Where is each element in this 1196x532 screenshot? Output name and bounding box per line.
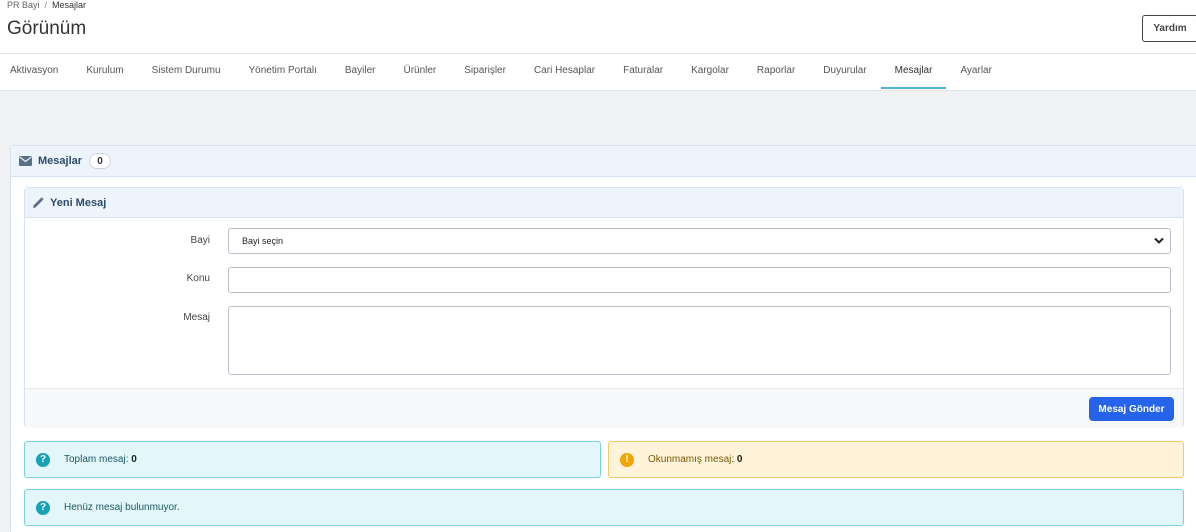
subject-label: Konu: [186, 273, 210, 284]
tab-siparisler[interactable]: Siparişler: [450, 54, 520, 89]
send-message-button[interactable]: Mesaj Gönder: [1089, 397, 1174, 421]
exclamation-icon: !: [620, 452, 634, 467]
tabs-divider: [0, 90, 1196, 91]
envelope-icon: [19, 156, 32, 166]
form-footer: [25, 388, 1183, 428]
page-title: Görünüm: [7, 18, 87, 39]
dealer-label: Bayi: [190, 235, 210, 246]
tab-yonetim-portali[interactable]: Yönetim Portalı: [235, 54, 331, 89]
main-tabs: Aktivasyon Kurulum Sistem Durumu Yönetim…: [0, 54, 1006, 91]
tab-raporlar[interactable]: Raporlar: [743, 54, 809, 89]
question-icon: ?: [36, 500, 50, 515]
breadcrumb: PR Bayi / Mesajlar: [7, 0, 86, 11]
tab-aktivasyon[interactable]: Aktivasyon: [0, 54, 72, 89]
unread-messages-label: Okunmamış mesaj:: [648, 454, 735, 465]
tab-kargolar[interactable]: Kargolar: [677, 54, 743, 89]
messages-panel-header: Mesajlar 0: [11, 146, 1196, 177]
messages-panel-title: Mesajlar: [38, 155, 83, 167]
tab-sistem-durumu[interactable]: Sistem Durumu: [138, 54, 235, 89]
breadcrumb-separator: /: [44, 0, 48, 10]
question-icon: ?: [36, 452, 50, 467]
chevron-down-icon: [1154, 237, 1164, 245]
unread-messages-alert: ! Okunmamış mesaj: 0: [608, 441, 1184, 478]
new-message-title: Yeni Mesaj: [50, 196, 107, 209]
messages-count-badge: 0: [89, 153, 112, 169]
pencil-icon: [32, 196, 44, 209]
breadcrumb-current: Mesajlar: [52, 0, 87, 10]
unread-messages-value: 0: [736, 454, 743, 465]
breadcrumb-root[interactable]: PR Bayi: [7, 0, 40, 10]
empty-messages-text: Henüz mesaj bulunmuyor.: [64, 502, 180, 513]
total-messages-label: Toplam mesaj:: [64, 454, 129, 465]
tab-mesajlar[interactable]: Mesajlar: [880, 54, 947, 89]
tab-ayarlar[interactable]: Ayarlar: [946, 54, 1006, 89]
message-textarea[interactable]: [228, 306, 1171, 375]
message-label: Mesaj: [183, 312, 210, 323]
new-message-card: Yeni Mesaj Bayi Bayi seçin Konu Mesaj Me…: [24, 187, 1184, 428]
total-messages-value: 0: [131, 454, 137, 465]
total-messages-alert: ? Toplam mesaj: 0: [24, 441, 601, 478]
tab-cari-hesaplar[interactable]: Cari Hesaplar: [520, 54, 609, 89]
help-button[interactable]: Yardım: [1142, 15, 1196, 42]
tab-urunler[interactable]: Ürünler: [389, 54, 450, 89]
top-header: PR Bayi / Mesajlar Görünüm Yardım Aktivasy…: [0, 0, 1196, 91]
empty-messages-alert: ? Henüz mesaj bulunmuyor.: [24, 489, 1184, 526]
dealer-select[interactable]: Bayi seçin: [228, 228, 1171, 254]
tab-kurulum[interactable]: Kurulum: [72, 54, 137, 89]
dealer-select-value: Bayi seçin: [242, 236, 284, 246]
tab-bayiler[interactable]: Bayiler: [331, 54, 390, 89]
new-message-header: Yeni Mesaj: [25, 188, 1183, 218]
tab-faturalar[interactable]: Faturalar: [609, 54, 677, 89]
tab-duyurular[interactable]: Duyurular: [809, 54, 880, 89]
subject-input[interactable]: [228, 267, 1171, 293]
